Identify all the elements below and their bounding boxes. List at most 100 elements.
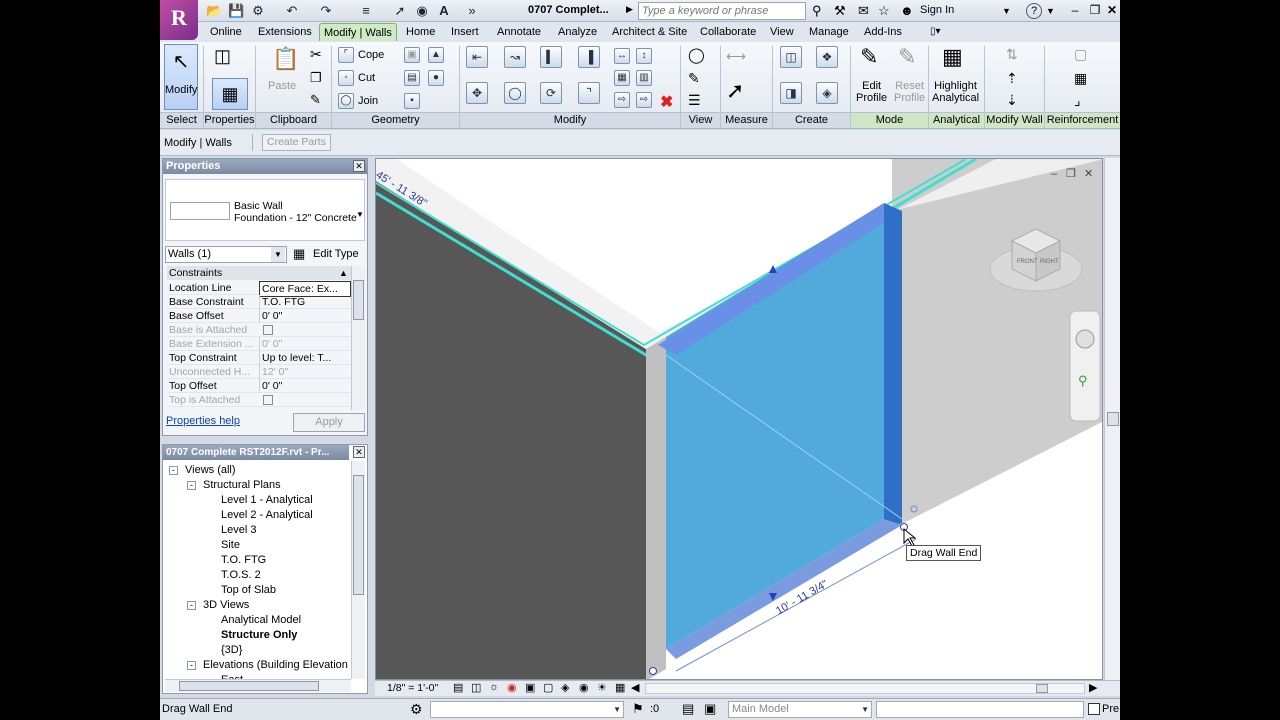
split-face-icon[interactable]: ▲	[428, 47, 444, 63]
wall-opening-icon[interactable]: ⇣	[1006, 92, 1018, 109]
tree-item[interactable]: -3D Views	[185, 598, 249, 613]
create-parts-button[interactable]: Create Parts	[262, 134, 331, 151]
aligned-dimension-icon[interactable]: ➚	[726, 78, 744, 104]
tab-architect-site[interactable]: Architect & Site	[608, 23, 691, 41]
measure-icon[interactable]: ≡	[358, 3, 374, 19]
dimension-icon[interactable]: ➚	[392, 3, 408, 19]
move-icon[interactable]: ✥	[466, 82, 488, 104]
edit-profile-button[interactable]: Edit Profile	[856, 80, 887, 104]
tree-item[interactable]: Analytical Model	[203, 613, 301, 628]
scale-icon[interactable]: ▥	[636, 70, 652, 86]
tree-item[interactable]: - Structural Plans	[185, 478, 281, 493]
scroll-thumb[interactable]	[353, 475, 364, 595]
view-close-icon[interactable]: ✕	[1084, 168, 1093, 180]
close-icon[interactable]: ✕	[353, 160, 365, 172]
cope-icon[interactable]: ⌜	[338, 47, 354, 63]
delete-icon[interactable]: ✖	[660, 92, 673, 112]
scroll-thumb[interactable]	[1107, 412, 1119, 426]
tab-modify-walls[interactable]: Modify | Walls	[319, 23, 397, 41]
property-value[interactable]: T.O. FTG	[259, 295, 351, 309]
zoom-icon[interactable]: ⚲	[1078, 373, 1088, 388]
mirror-draw-icon[interactable]: ▐	[578, 46, 600, 68]
tree-item[interactable]: Site	[203, 538, 240, 553]
detach-top-base-icon[interactable]: ⇡	[1006, 70, 1018, 87]
unpin-icon[interactable]: ⇨	[636, 92, 652, 108]
tree-expander-icon[interactable]: -	[187, 661, 196, 670]
scroll-thumb[interactable]	[353, 280, 364, 320]
detail-level-icon[interactable]: ▤	[453, 681, 463, 694]
mirror-axis-icon[interactable]: ▍	[540, 46, 562, 68]
application-menu-button[interactable]: R	[160, 0, 198, 40]
sign-in-link[interactable]: Sign In	[920, 4, 954, 16]
subscription-icon[interactable]: ⚒	[834, 3, 846, 19]
scroll-right-icon[interactable]: ▶	[1089, 681, 1097, 694]
edit-type-button[interactable]: Edit Type	[313, 248, 359, 260]
offset-icon[interactable]: ↝	[504, 46, 526, 68]
tree-item[interactable]: T.O.S. 2	[203, 568, 261, 583]
tab-home[interactable]: Home	[402, 23, 439, 41]
tab-annotate[interactable]: Annotate	[493, 23, 545, 41]
property-value[interactable]: 0' 0"	[259, 379, 351, 393]
type-properties-icon[interactable]: ◫	[214, 46, 231, 67]
tab-manage[interactable]: Manage	[805, 23, 853, 41]
area-reinforcement-icon[interactable]: ▢	[1074, 46, 1087, 63]
cut-scissors-icon[interactable]: ✂	[310, 46, 322, 63]
design-option-select[interactable]: Main Model ▼	[728, 701, 872, 718]
match-properties-icon[interactable]: ✎	[310, 92, 321, 108]
undo-icon[interactable]: ↶	[284, 3, 300, 19]
properties-toggle-button[interactable]: ▦	[212, 78, 248, 110]
highlight-analytical-icon[interactable]: ▦	[942, 44, 963, 70]
tab-insert[interactable]: Insert	[447, 23, 483, 41]
help-icon[interactable]: ?	[1026, 3, 1042, 19]
constraints-group-header[interactable]: Constraints ▲	[167, 266, 351, 280]
close-icon[interactable]: ✕	[1103, 2, 1120, 19]
create-parts-icon[interactable]: ◨	[780, 82, 802, 104]
tab-analyze[interactable]: Analyze	[554, 23, 601, 41]
property-checkbox[interactable]	[263, 395, 273, 405]
sync-icon[interactable]: ⚙	[250, 3, 266, 19]
binoculars-icon[interactable]: ⚲	[812, 3, 822, 19]
tree-item[interactable]: - Elevations (Building Elevation	[185, 658, 348, 673]
sun-path-icon[interactable]: ☼	[489, 681, 499, 693]
close-icon[interactable]: ✕	[353, 446, 365, 458]
rotate-icon[interactable]: ⟳	[540, 82, 562, 104]
scroll-thumb[interactable]	[1036, 684, 1048, 693]
wall-start-grip[interactable]	[649, 667, 657, 675]
tree-item[interactable]: {3D}	[203, 643, 242, 658]
measure-distance-icon[interactable]: ⟷	[726, 48, 746, 65]
copy-element-icon[interactable]: ◯	[504, 82, 526, 104]
override-graphics-icon[interactable]: ✎	[688, 70, 700, 87]
viewport-vscrollbar[interactable]	[1104, 158, 1120, 680]
align-icon[interactable]: ⇤	[466, 46, 488, 68]
selected-wall-end[interactable]	[884, 203, 902, 529]
tag-icon[interactable]: ◉	[414, 3, 430, 19]
minimize-icon[interactable]: –	[1066, 2, 1084, 19]
property-row[interactable]: Top Constraint Up to level: T...	[167, 351, 351, 365]
property-row[interactable]: Base Offset 0' 0"	[167, 309, 351, 323]
editable-only-icon[interactable]: ⚑	[632, 701, 644, 717]
split-icon[interactable]: ↔	[614, 48, 630, 64]
scroll-left-icon[interactable]: ◀	[631, 681, 639, 694]
modify-tool-button[interactable]: ↖ Modify	[164, 44, 198, 110]
property-value[interactable]: 12' 0"	[259, 365, 351, 379]
favorites-icon[interactable]: ☆	[878, 3, 890, 19]
browser-vscrollbar[interactable]	[351, 461, 365, 679]
properties-scrollbar[interactable]	[351, 266, 365, 410]
property-row[interactable]: Top Offset 0' 0"	[167, 379, 351, 393]
tab-add-ins[interactable]: Add-Ins	[860, 23, 906, 41]
tree-item[interactable]: T.O. FTG	[203, 553, 266, 568]
linework-icon[interactable]: ☰	[688, 92, 701, 109]
property-value[interactable]: 0' 0"	[259, 337, 351, 351]
edit-profile-icon[interactable]: ✎	[860, 44, 878, 70]
join-icon[interactable]: ◯	[338, 93, 354, 109]
browser-hscrollbar[interactable]	[165, 679, 351, 692]
help-dropdown-icon[interactable]: ▼	[1046, 3, 1055, 19]
tab-collaborate[interactable]: Collaborate	[696, 23, 760, 41]
paint-icon[interactable]: ●	[428, 70, 444, 86]
highlight-analytical-button[interactable]: Highlight Analytical	[932, 80, 979, 104]
rebar-icon[interactable]: ⌟	[1074, 92, 1081, 109]
text-icon[interactable]: A	[436, 3, 452, 19]
property-checkbox[interactable]	[263, 325, 273, 335]
unjoin-icon[interactable]: ▣	[404, 47, 420, 63]
create-group-icon[interactable]: ◫	[780, 46, 802, 68]
